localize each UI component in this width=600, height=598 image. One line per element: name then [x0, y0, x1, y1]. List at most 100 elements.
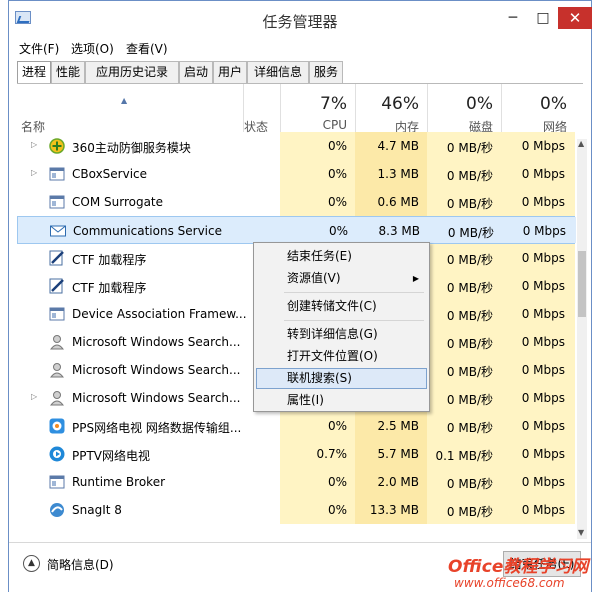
memory-value: 2.5 MB — [377, 419, 419, 433]
network-value: 0 Mbps — [521, 251, 565, 265]
network-value: 0 Mbps — [521, 195, 565, 209]
network-value: 0 Mbps — [522, 224, 566, 238]
table-header: ▲ 名称 状态 7% CPU 46% 内存 0% 磁盘 0% 网络 — [17, 84, 585, 134]
process-name: Device Association Framew... — [72, 307, 247, 321]
network-value: 0 Mbps — [521, 419, 565, 433]
task-manager-window: 任务管理器 ─ □ ✕ 文件(F) 选项(O) 查看(V) 进程 性能 应用历史… — [8, 0, 592, 592]
disk-value: 0 MB/秒 — [446, 169, 493, 183]
table-row[interactable]: Communications Service 0% 8.3 MB 0 MB/秒 0 Mb… — [17, 216, 576, 244]
disk-value: 0 MB/秒 — [446, 477, 493, 491]
header-network[interactable]: 0% 网络 — [501, 84, 575, 134]
cpu-value: 0% — [327, 195, 347, 209]
expand-chevron-icon[interactable]: ▷ — [31, 392, 37, 401]
network-value: 0 Mbps — [521, 363, 565, 377]
network-value: 0 Mbps — [521, 503, 565, 517]
network-value: 0 Mbps — [521, 475, 565, 489]
title-bar: 任务管理器 ─ □ ✕ — [9, 1, 592, 38]
tab-app-history[interactable]: 应用历史记录 — [85, 61, 179, 83]
network-value: 0 Mbps — [521, 307, 565, 321]
header-memory[interactable]: 46% 内存 — [355, 84, 427, 134]
memory-value: 1.3 MB — [377, 167, 419, 181]
expand-chevron-icon[interactable]: ▷ — [31, 140, 37, 149]
disk-value: 0 MB/秒 — [446, 197, 493, 211]
header-disk[interactable]: 0% 磁盘 — [427, 84, 501, 134]
ctx-search-online[interactable]: 联机搜索(S) — [256, 368, 427, 389]
header-status-cell[interactable]: 状态 — [243, 84, 280, 134]
menu-bar: 文件(F) 选项(O) 查看(V) — [9, 38, 591, 58]
process-name: PPS网络电视 网络数据传输组... — [72, 421, 242, 435]
disk-value: 0 MB/秒 — [446, 281, 493, 295]
search-user-icon — [49, 390, 65, 406]
pen-edit-icon — [49, 278, 65, 294]
ctx-separator — [284, 320, 424, 321]
tab-services[interactable]: 服务 — [309, 61, 343, 83]
ctx-go-to-details-label: 转到详细信息(G) — [287, 327, 378, 341]
service-window-icon — [49, 194, 65, 210]
header-cpu[interactable]: 7% CPU — [280, 84, 355, 132]
ctx-end-task[interactable]: 结束任务(E) — [256, 246, 427, 267]
pen-edit-icon — [49, 250, 65, 266]
tab-performance[interactable]: 性能 — [51, 61, 85, 83]
menu-options[interactable]: 选项(O) — [71, 40, 114, 57]
disk-value: 0 MB/秒 — [446, 337, 493, 351]
table-row[interactable]: COM Surrogate 0% 0.6 MB 0 MB/秒 0 Mbps — [17, 188, 575, 216]
network-value: 0 Mbps — [521, 391, 565, 405]
tab-users[interactable]: 用户 — [213, 61, 247, 83]
process-name: SnagIt 8 — [72, 503, 122, 517]
maximize-button[interactable]: □ — [529, 7, 557, 29]
table-row[interactable]: PPTV网络电视 0.7% 5.7 MB 0.1 MB/秒 0 Mbps — [17, 440, 575, 468]
ctx-properties[interactable]: 属性(I) — [256, 390, 427, 411]
table-row[interactable]: Runtime Broker 0% 2.0 MB 0 MB/秒 0 Mbps — [17, 468, 575, 496]
cpu-value: 0% — [328, 224, 348, 238]
disk-value: 0.1 MB/秒 — [435, 449, 493, 463]
cpu-value: 0% — [327, 167, 347, 181]
table-row[interactable]: ▷ 360主动防御服务模块 0% 4.7 MB 0 MB/秒 0 Mbps — [17, 132, 575, 160]
cpu-value: 0% — [327, 475, 347, 489]
ctx-create-dump-label: 创建转储文件(C) — [287, 299, 377, 313]
close-button[interactable]: ✕ — [558, 7, 592, 29]
ctx-open-file-location[interactable]: 打开文件位置(O) — [256, 346, 427, 367]
ctx-separator — [284, 292, 424, 293]
network-value: 0 Mbps — [521, 447, 565, 461]
network-value: 0 Mbps — [521, 167, 565, 181]
disk-value: 0 MB/秒 — [446, 421, 493, 435]
disk-value: 0 MB/秒 — [446, 505, 493, 519]
fewer-details-link[interactable]: 简略信息(D) — [47, 556, 114, 573]
memory-value: 5.7 MB — [377, 447, 419, 461]
tab-details[interactable]: 详细信息 — [247, 61, 309, 83]
vertical-scrollbar[interactable]: ▲ ▼ — [577, 139, 587, 539]
table-row[interactable]: ▷ CBoxService 0% 1.3 MB 0 MB/秒 0 Mbps — [17, 160, 575, 188]
cpu-value: 0% — [327, 503, 347, 517]
tab-startup[interactable]: 启动 — [179, 61, 213, 83]
ctx-create-dump[interactable]: 创建转储文件(C) — [256, 296, 427, 317]
table-row[interactable]: PPS网络电视 网络数据传输组... 0% 2.5 MB 0 MB/秒 0 Mbps — [17, 412, 575, 440]
memory-value: 8.3 MB — [378, 224, 420, 238]
collapse-up-icon[interactable]: ▲ — [23, 555, 40, 572]
header-cpu-label: CPU — [322, 118, 347, 132]
process-name: Microsoft Windows Search... — [72, 391, 241, 405]
service-window-icon — [49, 474, 65, 490]
expand-chevron-icon[interactable]: ▷ — [31, 168, 37, 177]
scroll-down-icon[interactable]: ▼ — [578, 528, 584, 537]
memory-value: 13.3 MB — [369, 503, 419, 517]
process-name: 360主动防御服务模块 — [72, 141, 191, 155]
scroll-up-icon[interactable]: ▲ — [578, 139, 584, 148]
disk-value: 0 MB/秒 — [446, 253, 493, 267]
table-row[interactable]: SnagIt 8 0% 13.3 MB 0 MB/秒 0 Mbps — [17, 496, 575, 524]
network-value: 0 Mbps — [521, 139, 565, 153]
search-user-icon — [49, 334, 65, 350]
menu-file[interactable]: 文件(F) — [19, 40, 59, 57]
menu-view[interactable]: 查看(V) — [126, 40, 168, 57]
ctx-go-to-details[interactable]: 转到详细信息(G) — [256, 324, 427, 345]
scroll-thumb[interactable] — [578, 251, 586, 317]
cpu-value: 0.7% — [316, 447, 348, 461]
process-name: CBoxService — [72, 167, 148, 181]
ctx-open-file-location-label: 打开文件位置(O) — [287, 349, 378, 363]
ctx-end-task-label: 结束任务(E) — [287, 249, 352, 263]
process-name: COM Surrogate — [72, 195, 164, 209]
watermark-url: www.office68.com — [454, 576, 565, 590]
tab-processes[interactable]: 进程 — [17, 61, 51, 84]
minimize-button[interactable]: ─ — [499, 7, 527, 29]
shield-360-icon — [49, 138, 65, 154]
ctx-resource-values[interactable]: 资源值(V) ▶ — [256, 268, 427, 289]
